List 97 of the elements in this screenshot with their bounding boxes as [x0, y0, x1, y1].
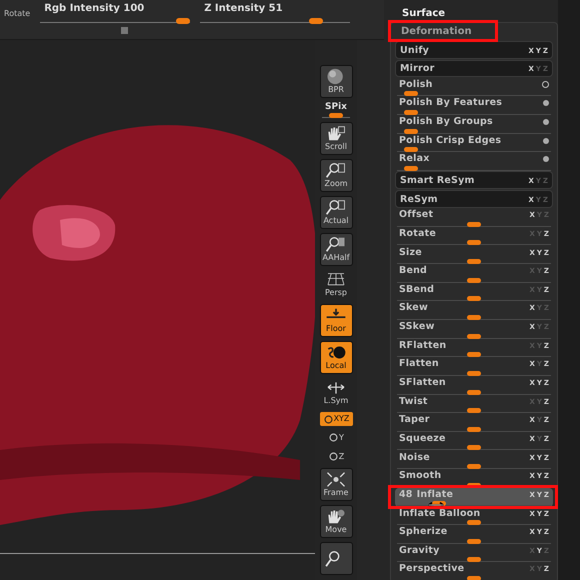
slider-label: Spherize — [399, 526, 448, 538]
toolbar-button[interactable]: XYZ — [320, 412, 352, 426]
toolbar-button[interactable]: Persp — [320, 270, 352, 300]
toggle-indicator[interactable] — [543, 119, 549, 126]
slider-label: Twist — [399, 396, 428, 408]
toolbar-button[interactable]: Frame — [320, 468, 352, 501]
slider-thumb[interactable] — [404, 147, 418, 152]
toggle-indicator[interactable] — [543, 100, 549, 106]
panel-title[interactable]: Surface — [390, 0, 558, 22]
toolbar-button[interactable]: Actual — [320, 196, 352, 229]
slider-thumb[interactable] — [404, 166, 418, 171]
toolbar-button[interactable]: Floor — [320, 304, 352, 337]
magnifier-icon — [325, 236, 347, 253]
toolbar-button[interactable]: Local — [320, 341, 352, 374]
toolbar-button[interactable]: Scroll — [320, 122, 352, 155]
magnifier-icon — [325, 162, 347, 179]
toolbar-button[interactable]: Zoom — [320, 159, 352, 192]
slider-label: Squeeze — [399, 432, 446, 445]
local-pivot-icon — [325, 344, 347, 361]
slider-thumb[interactable] — [467, 445, 481, 450]
toolbar-button[interactable]: AAHalf — [320, 233, 352, 266]
slider-thumb[interactable] — [404, 128, 418, 134]
slider-thumb[interactable] — [404, 91, 418, 96]
slider-thumb[interactable] — [467, 538, 481, 544]
slider-label: Skew — [399, 302, 428, 314]
magnifier-icon — [325, 199, 347, 216]
deformation-toggle[interactable]: Polish By Features — [395, 96, 553, 116]
slider-label: Relax — [399, 153, 430, 166]
slider-thumb[interactable] — [467, 296, 481, 302]
slider-label: Size — [399, 246, 422, 259]
slider-label: ReSym — [400, 194, 438, 206]
slider-thumb[interactable] — [467, 408, 481, 414]
deformation-toggle[interactable]: Polish By Groups — [395, 116, 553, 134]
section-header[interactable]: Deformation — [395, 23, 553, 41]
slider-label: Polish By Groups — [399, 116, 493, 128]
slider-label: Z Intensity 51 — [203, 3, 284, 14]
slider-label: Offset — [399, 209, 434, 222]
slider-thumb[interactable] — [309, 18, 323, 24]
slider-label: SFlatten — [399, 377, 446, 390]
deformation-toggle[interactable]: Polish — [395, 78, 553, 97]
slider-label: Smart ReSym — [400, 174, 475, 187]
slider-thumb[interactable] — [404, 110, 418, 115]
toolbar-button[interactable] — [320, 542, 352, 575]
slider-label: Polish By Features — [399, 97, 502, 110]
slider-label: Rgb Intensity 100 — [43, 3, 146, 14]
symmetry-arrows-icon — [325, 380, 347, 396]
slider-thumb[interactable] — [467, 314, 481, 320]
toolbar-button[interactable]: Z — [320, 449, 352, 464]
toolbar-button[interactable]: Y — [320, 430, 352, 445]
slider-thumb[interactable] — [467, 520, 481, 526]
slider-thumb[interactable] — [176, 18, 190, 24]
slider-thumb[interactable] — [467, 390, 481, 395]
slider-thumb[interactable] — [467, 464, 481, 470]
slider-label: Noise — [399, 452, 430, 464]
slider-label: Rotate — [399, 228, 436, 240]
slider-label: Unify — [400, 44, 430, 56]
slider-thumb[interactable] — [467, 259, 481, 264]
slider-track[interactable] — [40, 16, 190, 23]
toolbar-button[interactable]: Move — [320, 505, 352, 538]
toggle-indicator[interactable] — [542, 81, 549, 88]
frame-corners-icon — [325, 471, 347, 488]
slider-thumb[interactable] — [329, 113, 343, 118]
slider-label: Polish — [399, 78, 433, 91]
rotate-label: Rotate — [4, 9, 30, 18]
slider-label: Inflate — [416, 488, 454, 501]
deformation-toggle[interactable]: Polish Crisp Edges — [395, 134, 553, 153]
scroll-handle[interactable] — [121, 27, 128, 34]
slider-label: Perspective — [399, 563, 464, 576]
slider-thumb[interactable] — [467, 576, 481, 580]
slider-label: Mirror — [400, 63, 434, 76]
slider-label: SBend — [399, 284, 434, 296]
slider-value: 48 — [399, 488, 413, 501]
slider-thumb[interactable] — [467, 352, 481, 358]
slider-label: Inflate Balloon — [399, 508, 480, 520]
slider-label: Polish Crisp Edges — [399, 134, 502, 147]
slider-label: Taper — [399, 414, 430, 426]
slider-label: Smooth — [399, 470, 442, 482]
toggle-indicator[interactable] — [543, 138, 549, 144]
slider-thumb[interactable] — [467, 222, 481, 227]
slider-thumb[interactable] — [467, 370, 481, 376]
slider-thumb[interactable] — [467, 278, 481, 283]
slider-label: RFlatten — [399, 340, 446, 352]
slider-label: Gravity — [399, 544, 440, 557]
slider-thumb[interactable] — [467, 557, 481, 562]
toolbar-button[interactable]: BPR — [320, 65, 352, 98]
spix-label: SPix — [325, 102, 347, 112]
slider-thumb[interactable] — [432, 501, 446, 506]
slider-thumb[interactable] — [467, 334, 481, 339]
slider-label: SSkew — [399, 321, 435, 334]
toolbar-button[interactable]: L.Sym — [320, 378, 352, 408]
slider-label: Bend — [399, 265, 428, 278]
toggle-indicator[interactable] — [543, 156, 549, 162]
slider-thumb[interactable] — [467, 426, 481, 432]
slider-label: Flatten — [399, 358, 439, 370]
slider-track[interactable] — [200, 16, 350, 23]
perspective-grid-icon — [325, 272, 347, 288]
slider-thumb[interactable] — [467, 240, 481, 246]
